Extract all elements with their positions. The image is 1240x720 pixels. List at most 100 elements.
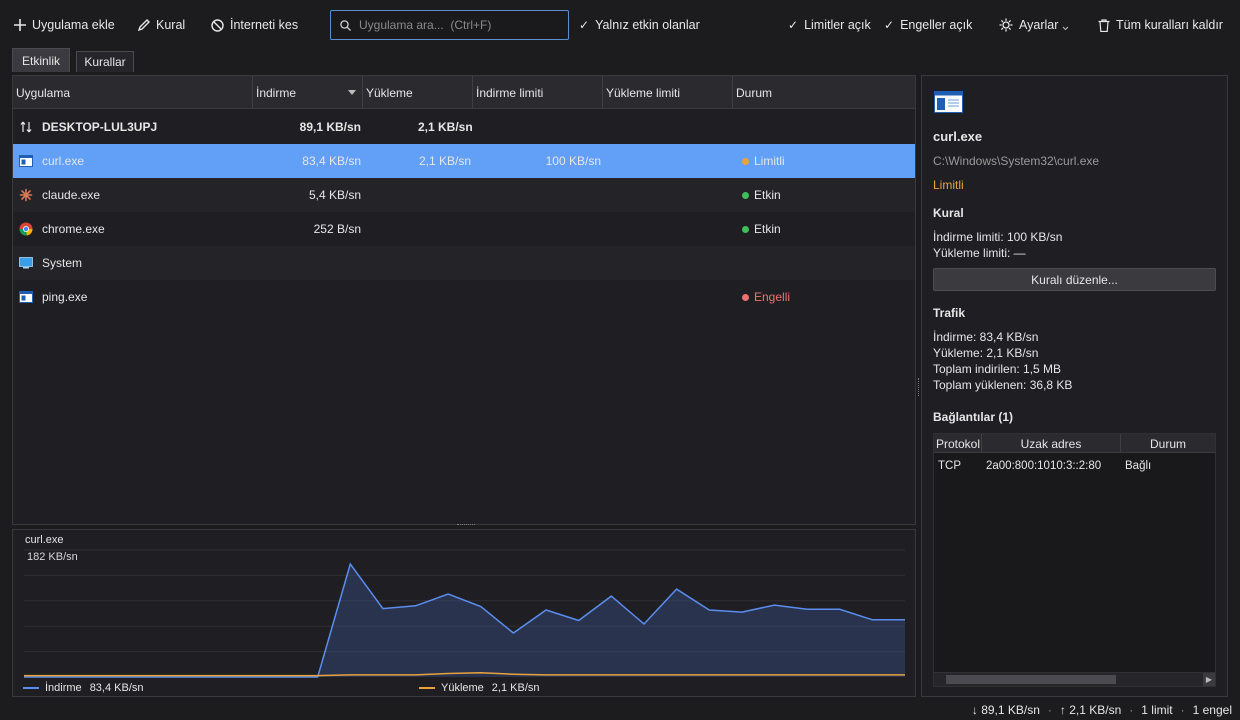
table-row[interactable]: DESKTOP-LUL3UPJ 89,1 KB/sn 2,1 KB/sn [13,110,915,144]
tab-rules[interactable]: Kurallar [76,51,134,72]
gear-icon [999,18,1013,32]
detail-status: Limitli [933,178,964,192]
horizontal-scrollbar[interactable]: ▶ [934,672,1215,686]
limits-on-toggle[interactable]: ✓ Limitler açık [788,14,871,36]
connections-table: Protokol Uzak adres Durum TCP 2a00:800:1… [933,433,1216,687]
chrome-icon [19,222,33,236]
legend-value: 83,4 KB/sn [89,682,144,694]
legend-swatch-download [23,687,39,689]
column-header-status[interactable]: Durum [733,76,915,109]
table-row[interactable]: claude.exe 5,4 KB/sn Etkin [13,178,915,212]
column-header-download-limit[interactable]: İndirme limiti [473,76,603,109]
checkmark-icon: ✓ [788,18,799,32]
cut-internet-button[interactable]: İnterneti kes [211,14,298,36]
rule-button[interactable]: Kural [138,14,185,36]
tab-activity-label: Etkinlik [21,53,60,68]
conn-status-cell: Bağlı [1125,460,1152,472]
add-app-label: Uygulama ekle [32,18,115,32]
column-header-upload-limit[interactable]: Yükleme limiti [603,76,733,109]
status-dot-active [742,191,749,199]
row-app-cell: claude.exe [19,178,100,212]
row-status-label: Engelli [754,290,791,304]
row-status-cell: Limitli [742,144,785,178]
detail-upload-limit: Yükleme limiti: — [933,246,1026,260]
status-separator: · [1047,703,1052,717]
only-active-toggle[interactable]: ✓ Yalnız etkin olanlar [579,14,700,36]
column-header-label: Durum [736,85,773,100]
connections-heading: Bağlantılar (1) [933,410,1014,424]
clear-rules-label: Tüm kuralları kaldır [1116,18,1223,32]
edit-rule-button[interactable]: Kuralı düzenle... [933,268,1216,291]
column-header-upload[interactable]: Yükleme [363,76,473,109]
horizontal-splitter-handle[interactable] [457,524,475,527]
legend-value: 2,1 KB/sn [491,682,540,694]
detail-download-limit: İndirme limiti: 100 KB/sn [933,230,1063,244]
detail-app-name: curl.exe [933,129,983,144]
add-app-button[interactable]: Uygulama ekle [14,14,115,36]
checkmark-icon: ✓ [579,18,590,32]
connections-header: Protokol Uzak adres Durum [934,434,1215,453]
row-app-name: System [42,256,83,270]
legend-swatch-upload [419,687,435,689]
row-download-limit-cell: 100 KB/sn [545,154,601,168]
plus-icon [14,19,26,31]
trash-icon [1098,18,1110,32]
legend-label: Yükleme [441,682,484,694]
row-app-name: ping.exe [42,290,88,304]
scroll-right-arrow-icon[interactable]: ▶ [1203,673,1215,686]
row-app-cell: ping.exe [19,280,87,314]
column-header-label: Yükleme limiti [606,85,681,100]
search-box[interactable] [330,10,569,40]
series-area-0 [24,564,905,677]
status-dot-limited [742,157,749,165]
table-row-selected[interactable]: curl.exe 83,4 KB/sn 2,1 KB/sn 100 KB/sn … [13,144,915,178]
row-status-cell: Engelli [742,280,790,314]
search-input[interactable] [359,18,559,32]
column-header-remote[interactable]: Uzak adres [982,434,1121,453]
table-row[interactable]: System [13,246,915,280]
row-download-cell: 83,4 KB/sn [302,154,361,168]
status-separator: · [1180,703,1185,717]
up-down-arrows-icon [20,121,32,133]
scrollbar-thumb[interactable] [946,675,1116,684]
traffic-heading: Trafik [933,306,966,320]
chevron-down-icon [1063,26,1069,31]
only-active-label: Yalnız etkin olanlar [595,18,700,32]
column-header-download[interactable]: İndirme [253,76,363,109]
column-header-protocol[interactable]: Protokol [934,434,982,453]
block-icon [211,18,224,32]
app-table: Uygulama İndirme Yükleme İndirme limiti … [12,75,916,525]
vertical-splitter-handle[interactable] [918,378,920,396]
column-header-app[interactable]: Uygulama [13,76,253,109]
row-app-name: curl.exe [42,154,85,168]
rule-label: Kural [156,18,186,32]
search-icon [340,19,351,31]
row-status-label: Limitli [754,154,785,168]
table-header: Uygulama İndirme Yükleme İndirme limiti … [13,76,915,109]
column-header-label: Durum [1149,436,1186,451]
row-download-cell: 5,4 KB/sn [308,188,361,202]
status-limit-count: 1 limit [1141,703,1173,717]
legend-label: İndirme [45,682,82,694]
row-app-cell: chrome.exe [19,212,105,246]
traffic-upload: Yükleme: 2,1 KB/sn [933,346,1039,360]
column-header-label: Yükleme [366,85,413,100]
clear-rules-button[interactable]: Tüm kuralları kaldır [1098,14,1223,36]
window-icon [19,155,33,167]
blocks-on-toggle[interactable]: ✓ Engeller açık [884,14,972,36]
settings-button[interactable]: Ayarlar [999,14,1069,36]
row-upload-cell: 2,1 KB/sn [418,120,473,134]
tab-activity[interactable]: Etkinlik [12,48,70,72]
rule-heading: Kural [933,206,964,220]
monitor-icon [19,257,33,269]
row-status-cell: Etkin [742,212,781,246]
row-status-label: Etkin [754,188,781,202]
column-header-conn-status[interactable]: Durum [1121,434,1215,453]
table-row[interactable]: chrome.exe 252 B/sn Etkin [13,212,915,246]
table-row[interactable]: ping.exe Engelli [13,280,915,314]
traffic-download: İndirme: 83,4 KB/sn [933,330,1039,344]
checkmark-icon: ✓ [884,18,895,32]
column-header-label: İndirme [256,85,297,100]
row-upload-cell: 2,1 KB/sn [418,154,471,168]
toolbar: Uygulama ekle Kural İnterneti kes ✓ Yaln… [0,0,1240,50]
